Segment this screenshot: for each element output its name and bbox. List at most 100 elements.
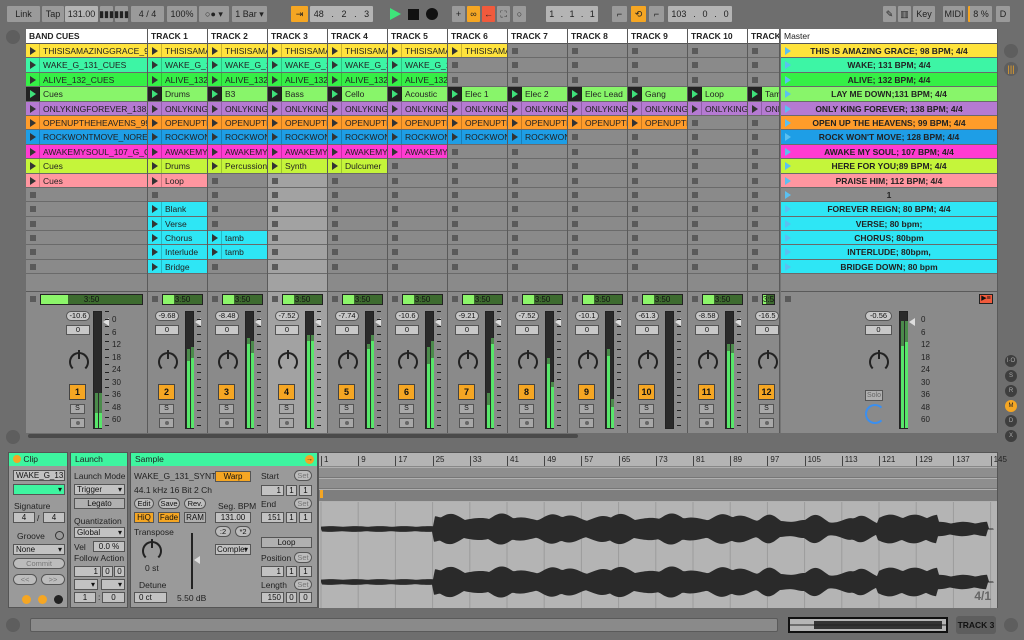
zoom-field[interactable]: 100% xyxy=(167,6,197,22)
scene-slot[interactable]: THIS IS AMAZING GRACE; 98 BPM; 4/4 xyxy=(781,44,997,59)
detune-field[interactable]: 0 ct xyxy=(134,592,167,603)
scene-slot[interactable]: BRIDGE DOWN; 80 bpm xyxy=(781,259,997,275)
solo-button[interactable]: S xyxy=(579,404,594,414)
clip-stop-icon[interactable] xyxy=(272,177,278,184)
clip-slot[interactable]: OPENUPTHE xyxy=(628,115,687,131)
clip-stop-icon[interactable] xyxy=(452,220,458,227)
clip-launch-icon[interactable] xyxy=(328,101,342,115)
mixer-toggle-icon[interactable] xyxy=(6,430,20,444)
clip-launch-icon[interactable] xyxy=(148,216,162,231)
empty-clip-slot[interactable] xyxy=(26,202,147,217)
volume-field[interactable]: -9.68 xyxy=(155,311,179,321)
clip-slot[interactable]: Blank xyxy=(148,202,207,217)
clip-launch-icon[interactable] xyxy=(568,87,582,101)
position-beat[interactable]: 1 xyxy=(286,566,297,577)
clip-stop-icon[interactable] xyxy=(30,263,36,270)
clip-slot[interactable]: ONLYKINGF xyxy=(628,101,687,116)
empty-clip-slot[interactable] xyxy=(628,58,687,73)
follow-action-a-dropdown[interactable] xyxy=(74,579,98,590)
empty-clip-slot[interactable] xyxy=(628,217,687,232)
clip-slot[interactable]: OPENUPTHE xyxy=(268,115,327,131)
clip-stop-icon[interactable] xyxy=(332,249,338,256)
clip-launch-icon[interactable] xyxy=(148,58,162,72)
follow-chance-b[interactable]: 0 xyxy=(102,592,125,603)
clip-stop-icon[interactable] xyxy=(752,235,758,242)
clip-stop-icon[interactable] xyxy=(30,206,36,213)
empty-clip-slot[interactable] xyxy=(448,202,507,217)
clip-slot[interactable]: WAKE_G_1 xyxy=(148,58,207,73)
clip-slot[interactable]: ONLYKINGF xyxy=(508,101,567,116)
groove-dropdown[interactable]: None xyxy=(13,544,65,555)
volume-field[interactable]: -9.21 xyxy=(455,311,479,321)
scene-expand-icon[interactable]: ▶≡ xyxy=(979,294,993,304)
clip-launch-icon[interactable] xyxy=(26,115,40,130)
empty-clip-slot[interactable] xyxy=(748,260,779,275)
signature-denominator[interactable]: 4 xyxy=(43,512,65,523)
arm-button[interactable] xyxy=(699,418,714,428)
pan-knob[interactable] xyxy=(218,350,238,372)
empty-clip-slot[interactable] xyxy=(268,216,327,232)
empty-clip-slot[interactable] xyxy=(448,159,507,174)
clip-slot[interactable]: tamb xyxy=(208,231,267,246)
volume-field[interactable]: -7.52 xyxy=(515,311,539,321)
clip-slot[interactable]: ALIVE_132_ xyxy=(388,72,447,88)
empty-clip-slot[interactable] xyxy=(688,116,747,131)
empty-clip-slot[interactable] xyxy=(568,130,627,145)
empty-clip-slot[interactable] xyxy=(748,174,779,188)
clip-launch-icon[interactable] xyxy=(268,72,282,87)
sample-expand-icon[interactable]: → xyxy=(305,455,314,464)
empty-clip-slot[interactable] xyxy=(268,259,327,275)
empty-clip-slot[interactable] xyxy=(688,188,747,203)
clip-stop-icon[interactable] xyxy=(572,235,578,242)
clip-launch-icon[interactable] xyxy=(208,115,222,130)
clip-slot[interactable]: Gang xyxy=(628,87,687,102)
clip-launch-icon[interactable] xyxy=(26,44,40,58)
empty-clip-slot[interactable] xyxy=(26,217,147,232)
clip-launch-icon[interactable] xyxy=(328,115,342,130)
clip-stop-icon[interactable] xyxy=(692,263,698,270)
time-signature-field[interactable]: 4 / 4 xyxy=(131,6,164,22)
empty-clip-slot[interactable] xyxy=(568,260,627,275)
clip-slot[interactable]: Cello xyxy=(328,87,387,102)
pan-knob[interactable] xyxy=(338,350,358,372)
scene-slot[interactable]: HERE FOR YOU;89 BPM; 4/4 xyxy=(781,159,997,174)
clip-slot[interactable]: ROCKWONT xyxy=(328,130,387,145)
clip-stop-icon[interactable] xyxy=(752,134,758,141)
track-title[interactable]: TRACK 2 xyxy=(208,29,267,44)
volume-field[interactable]: -7.74 xyxy=(335,311,359,321)
clip-stop-icon[interactable] xyxy=(332,220,338,227)
clip-stop-icon[interactable] xyxy=(392,249,398,256)
clip-launch-icon[interactable] xyxy=(208,87,222,101)
clip-launch-icon[interactable] xyxy=(628,101,642,115)
beat-ruler[interactable]: 1 9 17 25 33 41 49 57 65 73 81 89 97 105 113 121 129 137 1… xyxy=(319,453,1007,467)
clip-launch-icon[interactable] xyxy=(26,87,40,101)
empty-clip-slot[interactable] xyxy=(568,145,627,160)
empty-clip-slot[interactable] xyxy=(628,231,687,246)
pan-field[interactable]: 0 xyxy=(575,325,599,335)
empty-clip-slot[interactable] xyxy=(688,174,747,188)
tempo-field[interactable]: 131.00 xyxy=(65,6,98,22)
clip-slot[interactable]: THISISAMAZINGGRACE_98_ xyxy=(26,44,147,59)
track-activator-button[interactable]: 12 xyxy=(758,384,775,400)
clip-slot[interactable]: ONLYKINGF xyxy=(568,101,627,116)
empty-clip-slot[interactable] xyxy=(628,130,687,145)
clip-slot[interactable]: OPENUPTHE xyxy=(388,115,447,131)
clip-slot[interactable]: WAKE_G_1 xyxy=(328,58,387,73)
clip-launch-icon[interactable] xyxy=(148,231,162,245)
empty-clip-slot[interactable] xyxy=(568,217,627,232)
arm-button[interactable] xyxy=(339,418,354,428)
clip-stop-icon[interactable] xyxy=(692,119,698,126)
solo-button[interactable]: S xyxy=(519,404,534,414)
clip-slot[interactable]: AWAKEMYS xyxy=(328,144,387,160)
stop-all-icon[interactable] xyxy=(632,296,638,302)
track-activator-button[interactable]: 1 xyxy=(69,384,86,400)
empty-clip-slot[interactable] xyxy=(388,260,447,275)
clip-launch-icon[interactable] xyxy=(328,144,342,159)
clip-launch-icon[interactable] xyxy=(268,144,282,159)
master-title[interactable]: Master xyxy=(781,29,997,44)
clip-slot[interactable]: ROCKWONT xyxy=(448,130,507,145)
follow-chance-a[interactable]: 1 xyxy=(74,592,96,603)
empty-clip-slot[interactable] xyxy=(568,174,627,188)
clip-stop-icon[interactable] xyxy=(512,263,518,270)
clip-slot[interactable]: ONLYKINGF xyxy=(688,101,747,116)
